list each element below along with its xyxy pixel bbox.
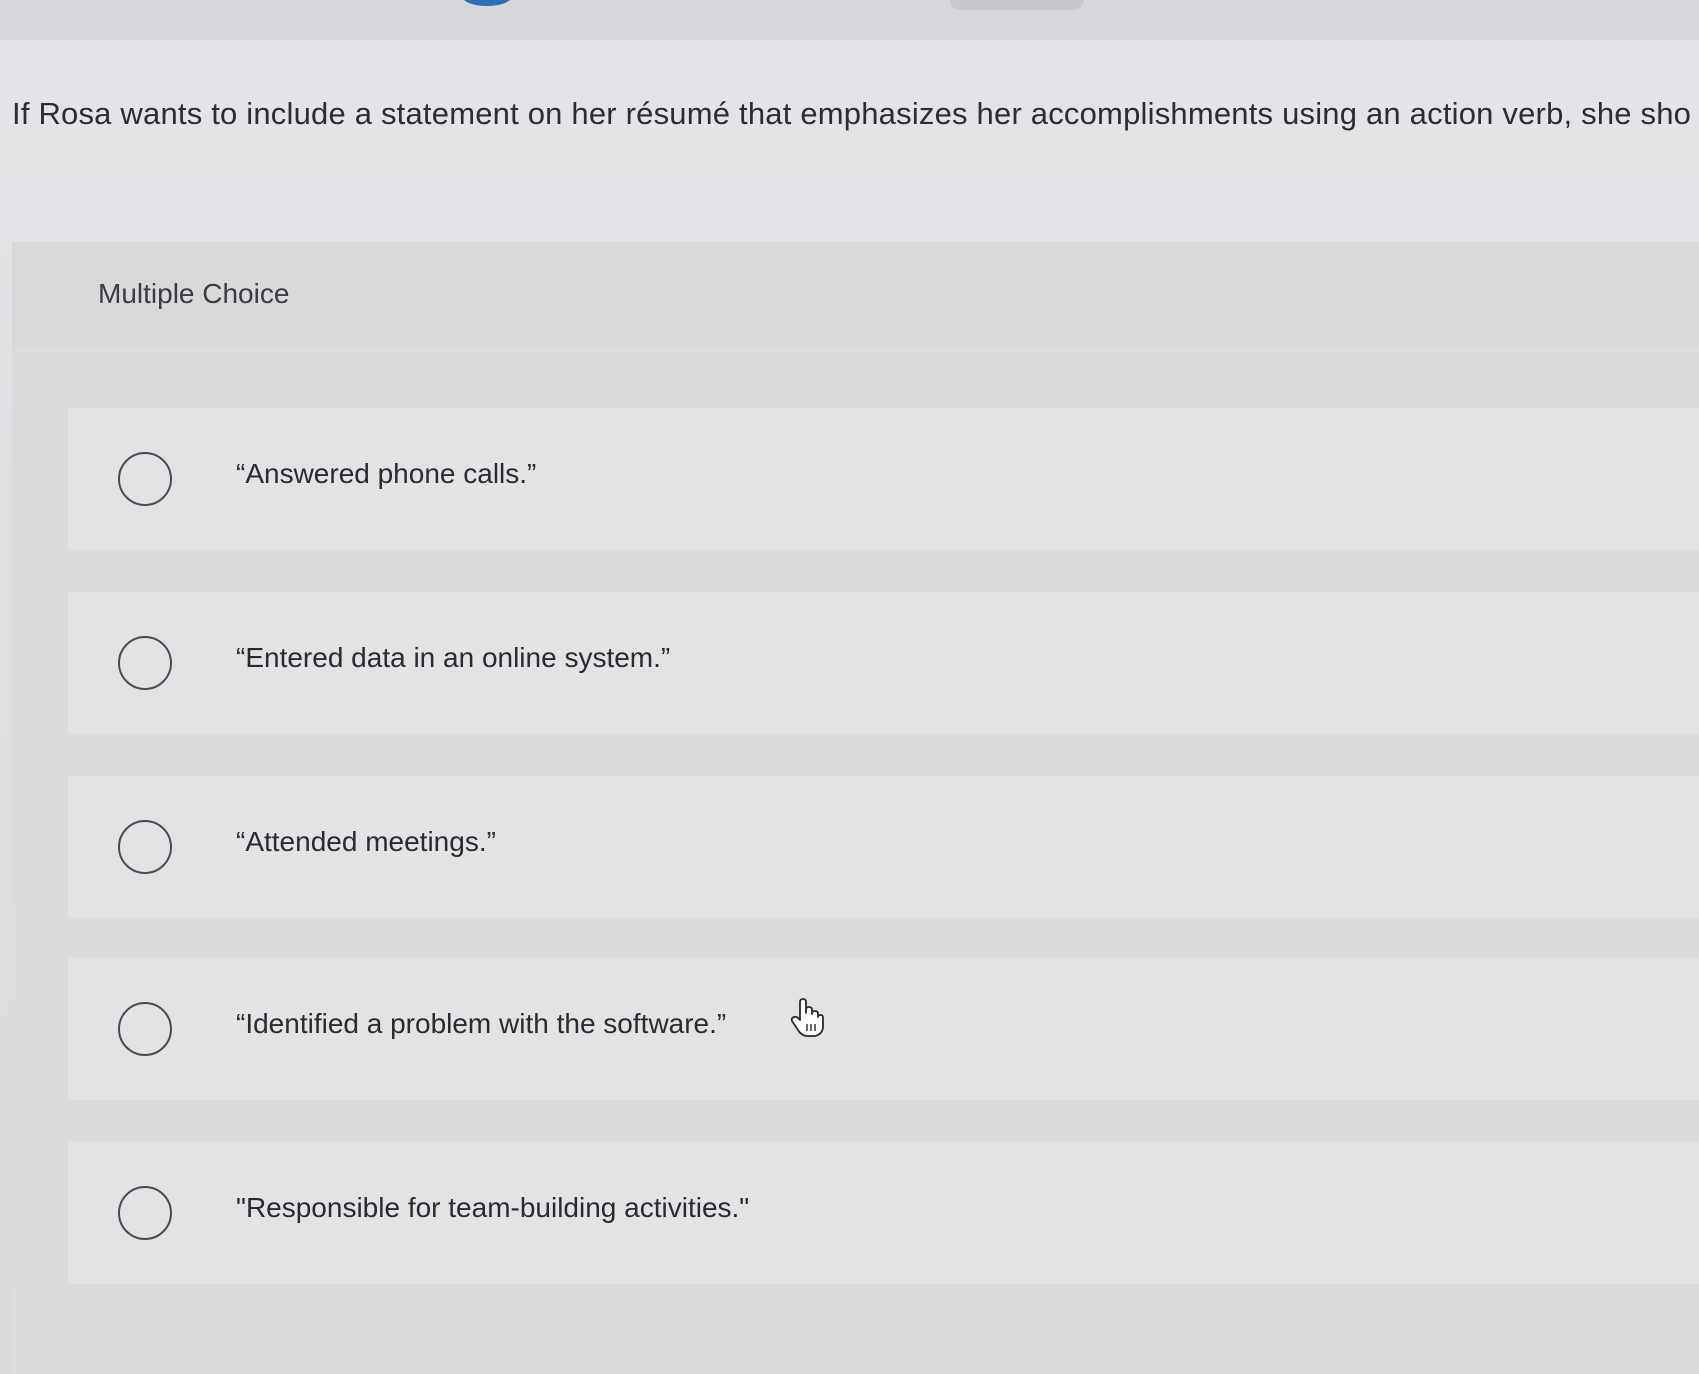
radio-circle-icon[interactable] <box>118 636 172 690</box>
answer-option-1[interactable]: “Answered phone calls.” <box>68 408 1699 550</box>
radio-circle-icon[interactable] <box>118 820 172 874</box>
answer-option-label: "Responsible for team-building activitie… <box>236 1192 750 1223</box>
answer-option-4[interactable]: “Identified a problem with the software.… <box>68 958 1699 1100</box>
answer-option-label: “Answered phone calls.” <box>236 458 537 489</box>
progress-indicator-icon <box>462 0 512 6</box>
answer-option-label: “Entered data in an online system.” <box>236 642 671 673</box>
answer-option-label: “Identified a problem with the software.… <box>236 1008 727 1039</box>
top-toolbar-strip <box>0 0 1699 40</box>
toolbar-button[interactable] <box>950 0 1084 10</box>
question-type-label: Multiple Choice <box>98 278 290 309</box>
radio-circle-icon[interactable] <box>118 1002 172 1056</box>
answer-option-5[interactable]: "Responsible for team-building activitie… <box>68 1142 1699 1284</box>
quiz-page: If Rosa wants to include a statement on … <box>0 0 1699 1374</box>
answer-option-label: “Attended meetings.” <box>236 826 496 857</box>
radio-circle-icon[interactable] <box>118 452 172 506</box>
radio-circle-icon[interactable] <box>118 1186 172 1240</box>
answer-option-3[interactable]: “Attended meetings.” <box>68 776 1699 918</box>
question-prompt: If Rosa wants to include a statement on … <box>12 96 1692 131</box>
hand-pointer-icon <box>790 998 824 1037</box>
answer-option-2[interactable]: “Entered data in an online system.” <box>68 592 1699 734</box>
